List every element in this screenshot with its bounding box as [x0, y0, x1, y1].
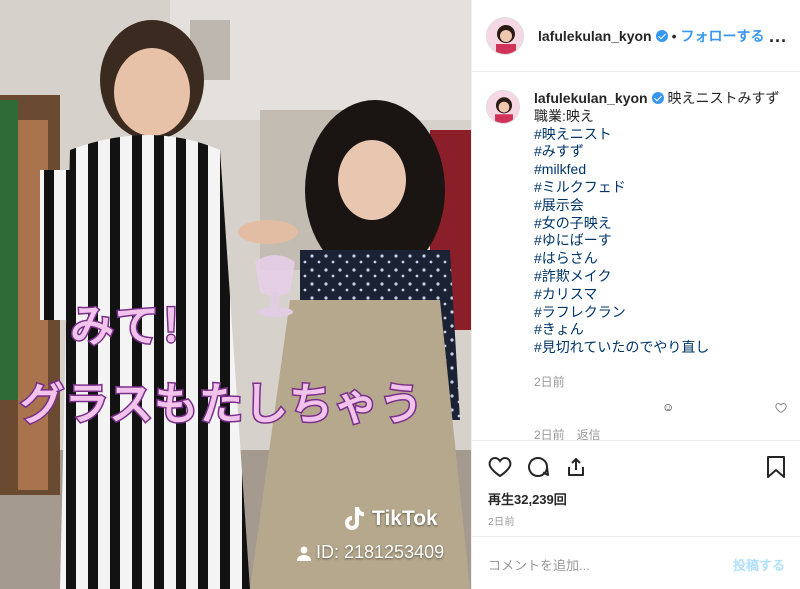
video-caption-line1: みて！	[69, 301, 206, 353]
hashtag-link[interactable]: #映えニスト	[534, 126, 779, 144]
hashtag-link[interactable]: #展示会	[534, 197, 779, 215]
caption-time: 2日前	[534, 374, 565, 389]
hashtag-link[interactable]: #ラフレクラン	[534, 304, 779, 322]
comment-bubble-icon[interactable]	[526, 455, 550, 479]
hashtag-link[interactable]: #きょん	[534, 321, 779, 339]
hashtag-link[interactable]: #milkfed	[534, 161, 779, 179]
comment-input[interactable]: コメントを追加...	[488, 555, 590, 574]
share-icon[interactable]	[564, 455, 588, 479]
tiktok-id: ID: 2181253409	[296, 542, 444, 563]
more-options-icon[interactable]: ...	[769, 26, 787, 47]
video-caption-line2: グラスもたしちゃう	[18, 379, 425, 431]
post-header: lafulekulan_kyon • フォローする ...	[472, 0, 800, 72]
caption-username[interactable]: lafulekulan_kyon	[534, 90, 648, 106]
header-username[interactable]: lafulekulan_kyon	[538, 28, 652, 44]
hashtag-link[interactable]: #ミルクフェド	[534, 179, 779, 197]
verified-badge-icon	[651, 92, 664, 104]
like-heart-icon[interactable]	[488, 455, 512, 479]
hashtag-link[interactable]: #はらさん	[534, 250, 779, 268]
post-panel: lafulekulan_kyon • フォローする ... lafulekula…	[471, 0, 800, 589]
post-comment-button[interactable]: 投稿する	[733, 555, 785, 574]
caption-line-2: 職業:映え	[534, 107, 594, 124]
action-icons	[488, 455, 588, 479]
bookmark-icon[interactable]	[765, 455, 787, 479]
avatar-image	[487, 17, 523, 54]
tiktok-logo-icon	[345, 507, 364, 530]
action-bar: 再生32,239回 2日前	[472, 440, 800, 528]
verified-badge-icon	[655, 29, 668, 42]
hashtag-link[interactable]: #カリスマ	[534, 286, 779, 304]
hashtag-link[interactable]: #ゆにばーす	[534, 232, 779, 250]
post-date[interactable]: 2日前	[488, 513, 515, 528]
partial-comment-meta: 2日前 返信	[534, 427, 601, 440]
comment-emoji: ☺	[662, 399, 675, 414]
hashtag-link[interactable]: #見切れていたのでやり直し	[534, 339, 779, 357]
comments-area[interactable]: lafulekulan_kyon 映えニストみすず 職業:映え #映えニスト #…	[472, 72, 800, 440]
comment-row: ☺	[486, 396, 787, 420]
user-icon	[297, 546, 311, 561]
caption-avatar[interactable]	[486, 90, 520, 124]
avatar-image	[487, 91, 519, 123]
follow-button[interactable]: フォローする	[681, 26, 765, 46]
caption-text: lafulekulan_kyon 映えニストみすず 職業:映え #映えニスト #…	[534, 90, 779, 357]
tiktok-id-text: ID: 2181253409	[316, 542, 445, 562]
separator-dot: •	[671, 27, 677, 44]
caption-row: lafulekulan_kyon 映えニストみすず 職業:映え #映えニスト #…	[486, 90, 787, 357]
hashtag-link[interactable]: #詐欺メイク	[534, 268, 779, 286]
view-count[interactable]: 再生32,239回	[488, 489, 567, 508]
caption-first-line: 映えニストみすず	[667, 90, 780, 106]
hashtag-link[interactable]: #女の子映え	[534, 215, 779, 233]
add-comment-bar: コメントを追加... 投稿する	[472, 536, 800, 589]
hashtag-link[interactable]: #みすず	[534, 143, 779, 161]
avatar[interactable]	[486, 16, 524, 55]
tiktok-watermark: TikTok	[342, 506, 438, 532]
like-comment-heart-icon[interactable]	[775, 402, 787, 414]
post-media-video[interactable]: みて！ グラスもたしちゃう TikTok ID: 2181253409	[0, 0, 471, 589]
tiktok-name: TikTok	[372, 507, 438, 530]
